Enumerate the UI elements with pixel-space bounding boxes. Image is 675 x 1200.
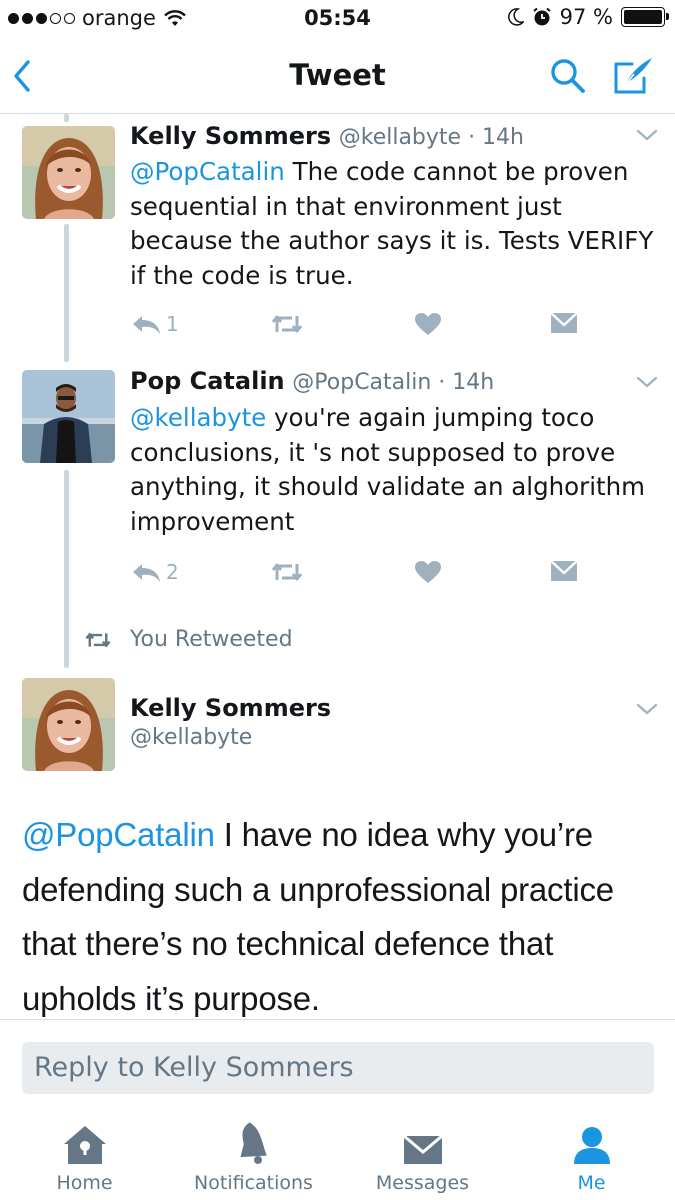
chevron-down-icon[interactable] — [636, 702, 658, 716]
retweet-icon — [85, 632, 111, 647]
envelope-icon — [402, 1134, 443, 1164]
mention-link[interactable]: @PopCatalin — [130, 157, 285, 186]
tab-label: Me — [577, 1172, 606, 1194]
retweet-icon — [271, 315, 303, 333]
moon-icon — [507, 8, 524, 26]
tweet-text: @kellabyte you're again jumping toco con… — [130, 401, 660, 539]
tweet-header: Kelly Sommers @kellabyte · 14h — [130, 122, 524, 150]
avatar[interactable] — [22, 370, 115, 463]
reply-count: 1 — [166, 312, 179, 336]
retweet-icon — [271, 563, 303, 581]
person-icon — [573, 1127, 610, 1164]
retweet-context: You Retweeted — [84, 627, 293, 652]
mention-link[interactable]: @PopCatalin — [22, 816, 215, 853]
nav-bar: Tweet — [0, 38, 675, 114]
tab-notifications[interactable]: Notifications — [169, 1110, 338, 1194]
alarm-icon — [533, 7, 551, 26]
reply-count: 2 — [166, 560, 179, 584]
tab-label: Notifications — [194, 1172, 313, 1194]
author-meta: @kellabyte · 14h — [338, 125, 524, 150]
thread-connector — [64, 114, 69, 122]
chevron-down-icon[interactable] — [636, 375, 658, 389]
thread-connector — [64, 224, 69, 362]
reply-button[interactable]: 1 — [130, 312, 179, 336]
reply-icon — [133, 316, 160, 334]
tweet-header: Pop Catalin @PopCatalin · 14h — [130, 367, 494, 395]
thread-connector — [64, 470, 69, 668]
tab-label: Messages — [375, 1172, 470, 1194]
main-tweet-author: Kelly Sommers @kellabyte — [130, 694, 331, 750]
tab-me[interactable]: Me — [507, 1110, 675, 1194]
like-button[interactable] — [414, 312, 442, 336]
tweet-text: @PopCatalin The code cannot be proven se… — [130, 155, 660, 293]
heart-icon — [415, 313, 441, 335]
tweet-actions: 1 — [130, 312, 590, 342]
author-handle: @kellabyte — [130, 725, 253, 750]
home-icon — [63, 1126, 106, 1164]
avatar[interactable] — [22, 678, 115, 771]
compose-icon[interactable] — [612, 54, 656, 102]
direct-message-button[interactable] — [550, 312, 578, 334]
like-button[interactable] — [414, 560, 442, 584]
battery-percent: 97 % — [559, 5, 613, 29]
envelope-icon — [550, 312, 578, 333]
reply-icon — [133, 564, 160, 582]
main-tweet-text: @PopCatalin I have no idea why you’re de… — [22, 808, 662, 1026]
mention-link[interactable]: @kellabyte — [130, 403, 266, 432]
tweet-actions: 2 — [130, 560, 590, 590]
reply-button[interactable]: 2 — [130, 560, 179, 584]
tab-bar: Home Notifications Messages Me — [0, 1110, 675, 1200]
search-icon[interactable] — [548, 56, 588, 100]
reply-placeholder: Reply to Kelly Sommers — [34, 1052, 354, 1083]
battery-icon — [621, 7, 669, 27]
author-name[interactable]: Kelly Sommers — [130, 694, 331, 722]
divider — [0, 1019, 675, 1020]
author-name[interactable]: Kelly Sommers — [130, 122, 331, 150]
tab-label: Home — [56, 1172, 113, 1194]
tab-home[interactable]: Home — [0, 1110, 169, 1194]
bell-icon — [239, 1122, 267, 1164]
envelope-icon — [550, 560, 578, 581]
avatar[interactable] — [22, 126, 115, 219]
retweet-button[interactable] — [270, 312, 304, 336]
chevron-down-icon[interactable] — [636, 128, 658, 142]
retweeted-label: You Retweeted — [130, 627, 293, 652]
author-meta: @PopCatalin · 14h — [292, 370, 495, 395]
tab-messages[interactable]: Messages — [338, 1110, 507, 1194]
author-name[interactable]: Pop Catalin — [130, 367, 285, 395]
status-bar: orange 05:54 97 % — [0, 0, 675, 38]
direct-message-button[interactable] — [550, 560, 578, 582]
reply-input[interactable]: Reply to Kelly Sommers — [22, 1042, 654, 1094]
heart-icon — [415, 561, 441, 583]
retweet-button[interactable] — [270, 560, 304, 584]
